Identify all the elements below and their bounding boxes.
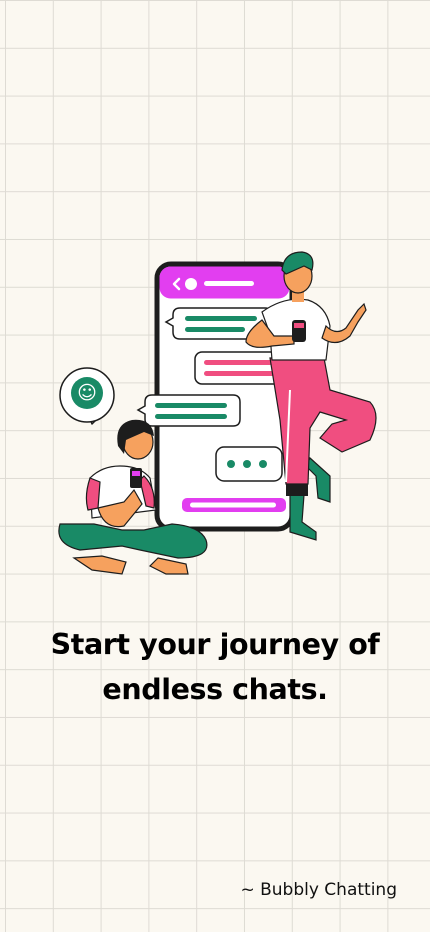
- onboarding-screen: ☺ Start your journey of endless chats. ~…: [0, 0, 430, 932]
- typing-bubble: [215, 446, 283, 482]
- onboarding-headline: Start your journey of endless chats.: [50, 628, 380, 706]
- chat-illustration: ☺: [58, 251, 377, 575]
- emoji-bubble: ☺: [59, 367, 115, 425]
- chat-bubble-lower: [136, 394, 241, 427]
- smile-icon: ☺: [77, 382, 97, 404]
- app-signature: ~ Bubbly Chatting: [240, 880, 397, 900]
